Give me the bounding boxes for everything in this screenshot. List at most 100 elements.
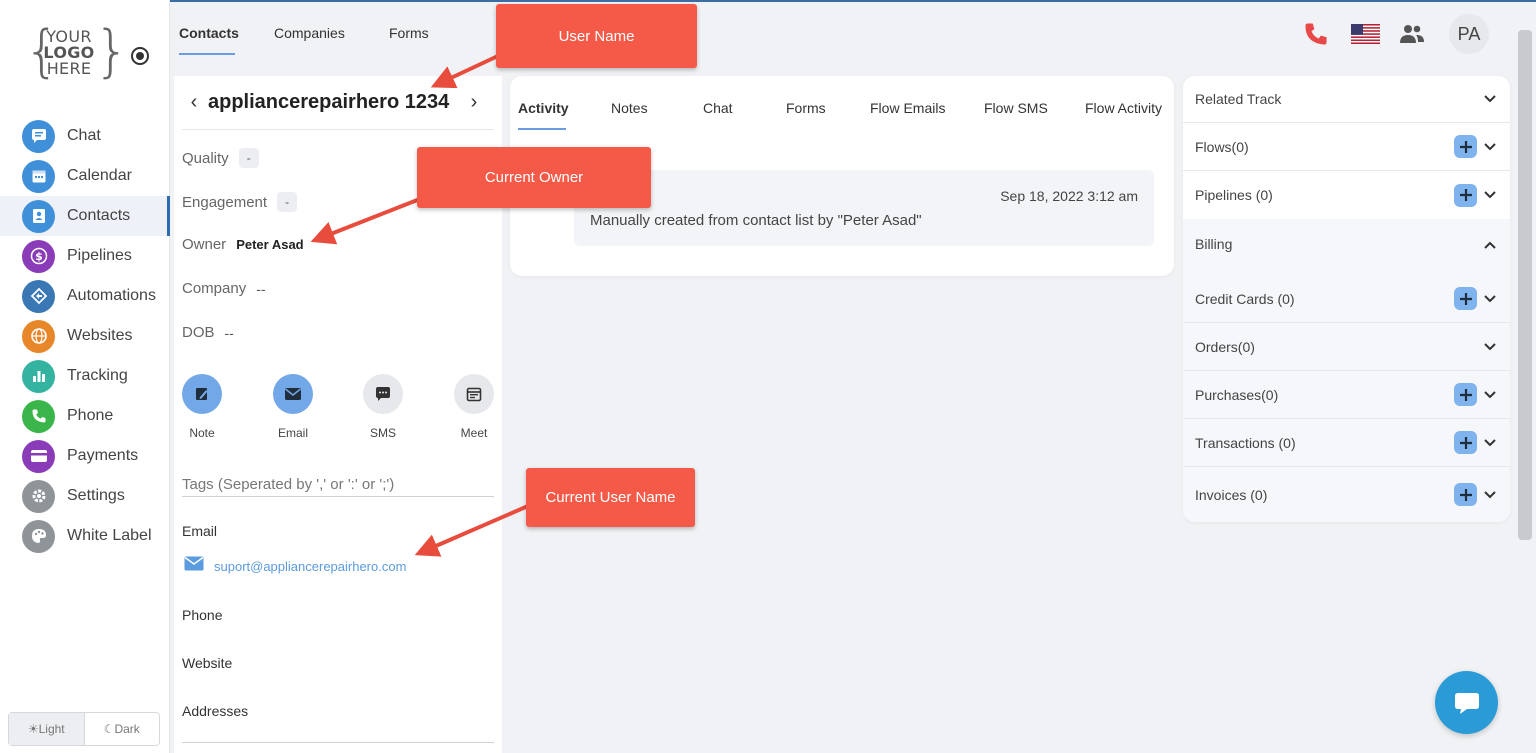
- user-name-callout: User Name: [496, 4, 697, 68]
- engagement-badge[interactable]: -: [277, 192, 298, 212]
- sidebar-pin-toggle[interactable]: [131, 47, 149, 65]
- chevron-down-icon[interactable]: [1482, 435, 1498, 451]
- contacts-icon: [22, 199, 55, 233]
- sidebar-item-label: Calendar: [67, 167, 132, 184]
- chevron-down-icon[interactable]: [1482, 487, 1498, 503]
- add-credit-card-button[interactable]: [1454, 287, 1477, 310]
- chat-bubble-icon: [1454, 692, 1479, 714]
- email-action[interactable]: Email: [263, 374, 323, 440]
- scrollbar[interactable]: [1518, 30, 1532, 540]
- gear-icon: [22, 479, 55, 513]
- chevron-down-icon[interactable]: [1482, 91, 1498, 107]
- sidebar-item-calendar[interactable]: Calendar: [0, 156, 170, 196]
- add-invoice-button[interactable]: [1454, 483, 1477, 506]
- sidebar-item-contacts[interactable]: Contacts: [0, 196, 170, 236]
- related-panel: Related Track Flows(0) Pipelines (0) Bil…: [1183, 76, 1510, 522]
- chevron-down-icon[interactable]: [1482, 291, 1498, 307]
- tab-notes[interactable]: Notes: [611, 100, 648, 116]
- quality-badge[interactable]: -: [238, 148, 259, 168]
- sidebar-item-label: Chat: [67, 127, 101, 144]
- sms-action[interactable]: SMS: [353, 374, 413, 440]
- sidebar-item-label: Phone: [67, 407, 114, 424]
- owner-value[interactable]: Peter Asad: [236, 237, 303, 252]
- activity-entry: Sep 18, 2022 3:12 am Manually created fr…: [574, 170, 1154, 246]
- tab-flow-emails[interactable]: Flow Emails: [870, 100, 945, 116]
- engagement-field: Engagement -: [182, 192, 298, 212]
- meet-action[interactable]: Meet: [444, 374, 504, 440]
- tab-flow-sms[interactable]: Flow SMS: [984, 100, 1048, 116]
- chevron-down-icon[interactable]: [1482, 339, 1498, 355]
- email-icon: [273, 374, 313, 414]
- sidebar-item-label: Websites: [67, 327, 133, 344]
- sidebar-item-pipelines[interactable]: $ Pipelines: [0, 236, 170, 276]
- add-flow-button[interactable]: [1454, 135, 1477, 158]
- purchases-row[interactable]: Purchases(0): [1183, 371, 1510, 419]
- bar-chart-icon: [22, 359, 55, 393]
- tab-forms[interactable]: Forms: [786, 100, 826, 116]
- credit-cards-row[interactable]: Credit Cards (0): [1183, 275, 1510, 323]
- sidebar-item-phone[interactable]: Phone: [0, 396, 170, 436]
- tab-chat[interactable]: Chat: [703, 100, 733, 116]
- theme-toggle: ☀ Light ☾ Dark: [8, 712, 160, 746]
- moon-icon: ☾: [103, 722, 115, 736]
- sidebar-item-tracking[interactable]: Tracking: [0, 356, 170, 396]
- chat-widget-button[interactable]: [1435, 671, 1498, 734]
- related-track-row[interactable]: Related Track: [1183, 76, 1510, 123]
- tags-input[interactable]: [182, 473, 494, 497]
- add-purchase-button[interactable]: [1454, 383, 1477, 406]
- orders-row[interactable]: Orders(0): [1183, 323, 1510, 371]
- sidebar-item-websites[interactable]: Websites: [0, 316, 170, 356]
- quality-field: Quality -: [182, 148, 259, 168]
- next-contact-icon[interactable]: ›: [462, 91, 486, 114]
- note-action[interactable]: Note: [172, 374, 232, 440]
- invoices-row[interactable]: Invoices (0): [1183, 467, 1510, 522]
- palette-icon: [22, 519, 55, 553]
- chevron-down-icon[interactable]: [1482, 187, 1498, 203]
- transactions-row[interactable]: Transactions (0): [1183, 419, 1510, 467]
- tab-companies[interactable]: Companies: [274, 25, 345, 41]
- company-value[interactable]: --: [256, 281, 265, 297]
- tab-activity[interactable]: Activity: [518, 100, 569, 116]
- sidebar-nav: Chat Calendar Contacts $ Pipelines Autom…: [0, 116, 170, 556]
- phone-section-label: Phone: [182, 607, 223, 623]
- sidebar-item-label: Tracking: [67, 367, 128, 384]
- tab-forms[interactable]: Forms: [389, 25, 429, 41]
- automation-icon: [22, 279, 55, 313]
- active-tab-indicator: [179, 53, 235, 55]
- dark-theme-button[interactable]: ☾ Dark: [83, 713, 160, 745]
- pipelines-row[interactable]: Pipelines (0): [1183, 171, 1510, 219]
- sidebar-item-white-label[interactable]: White Label: [0, 516, 170, 556]
- dob-value[interactable]: --: [225, 325, 234, 341]
- website-section-label: Website: [182, 655, 233, 671]
- add-transaction-button[interactable]: [1454, 431, 1477, 454]
- add-pipeline-button[interactable]: [1454, 183, 1477, 207]
- sidebar-item-automations[interactable]: Automations: [0, 276, 170, 316]
- previous-contact-icon[interactable]: ‹: [182, 91, 206, 114]
- tab-flow-activity[interactable]: Flow Activity: [1085, 100, 1162, 116]
- tab-contacts[interactable]: Contacts: [179, 25, 239, 41]
- email-link[interactable]: suport@appliancerepairhero.com: [214, 559, 406, 574]
- dollar-icon: $: [22, 239, 55, 273]
- sidebar-item-settings[interactable]: Settings: [0, 476, 170, 516]
- team-icon[interactable]: [1398, 20, 1426, 48]
- sidebar-item-payments[interactable]: Payments: [0, 436, 170, 476]
- sidebar-item-label: Payments: [67, 447, 139, 464]
- flows-row[interactable]: Flows(0): [1183, 123, 1510, 171]
- email-section-label: Email: [182, 523, 218, 539]
- chat-icon: [22, 119, 55, 153]
- phone-call-icon[interactable]: [1302, 20, 1330, 48]
- light-theme-button[interactable]: ☀ Light: [9, 713, 84, 745]
- avatar[interactable]: PA: [1449, 14, 1489, 54]
- billing-row[interactable]: Billing: [1183, 219, 1510, 275]
- contact-header: ‹ appliancerepairhero 1234 ›: [182, 76, 494, 130]
- note-icon: [182, 374, 222, 414]
- svg-text:$: $: [35, 250, 43, 263]
- us-flag-icon[interactable]: [1350, 20, 1380, 48]
- sidebar-item-chat[interactable]: Chat: [0, 116, 170, 156]
- chevron-down-icon[interactable]: [1482, 387, 1498, 403]
- addresses-section-label: Addresses: [182, 703, 249, 719]
- dob-field: DOB --: [182, 324, 234, 341]
- chevron-down-icon[interactable]: [1482, 139, 1498, 155]
- chevron-up-icon[interactable]: [1482, 237, 1498, 253]
- owner-field: Owner Peter Asad: [182, 236, 304, 253]
